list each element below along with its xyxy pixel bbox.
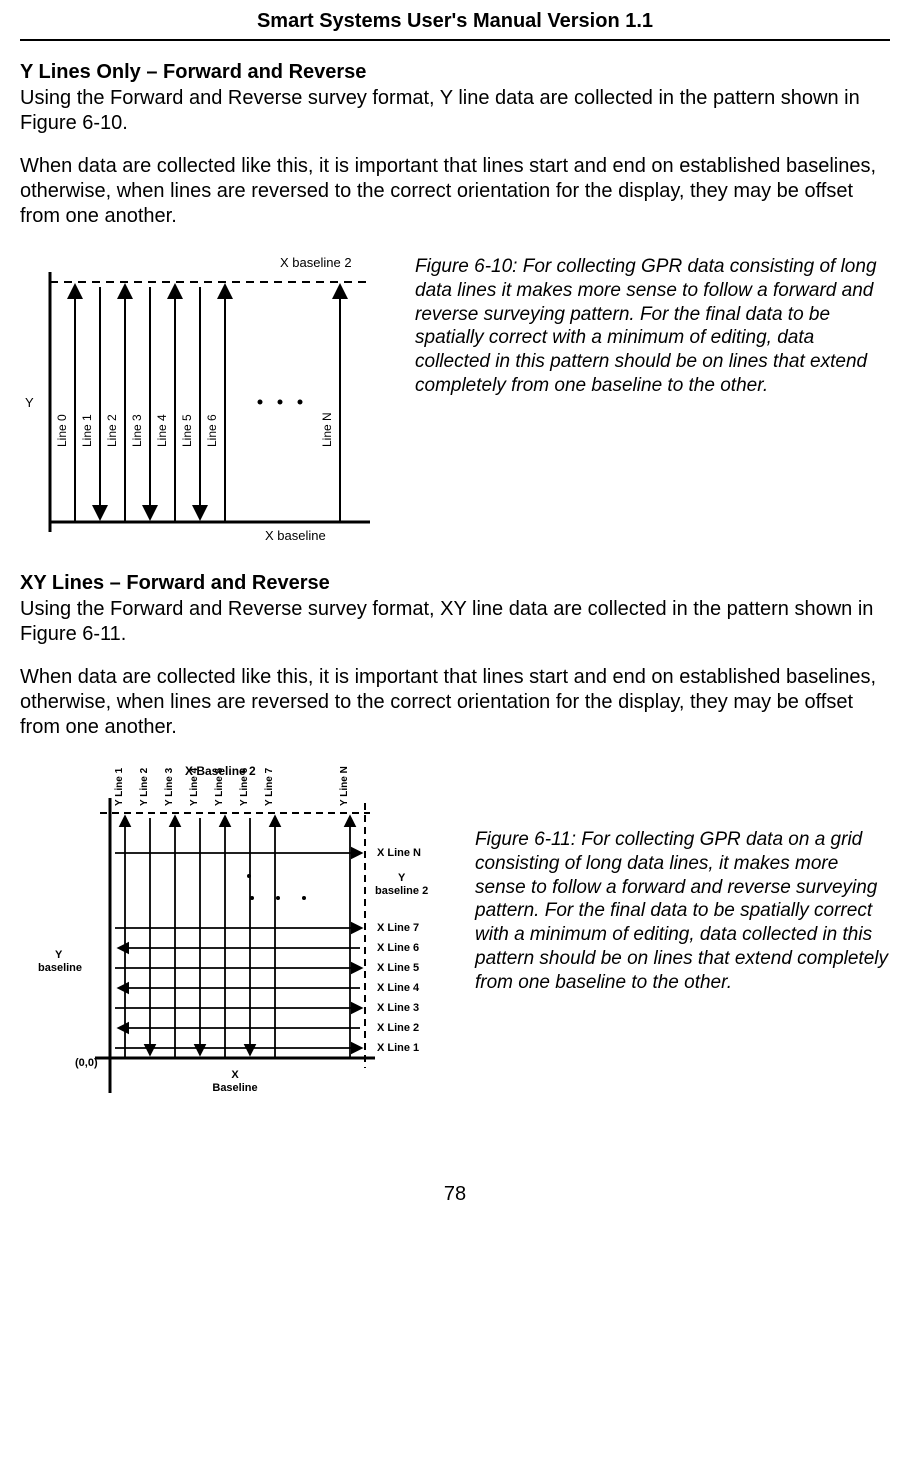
fig1-line6: Line 6 [205, 414, 219, 447]
fig2-xline4: X Line 4 [377, 982, 420, 994]
page-number: 78 [20, 1183, 890, 1206]
fig1-top-baseline-label: X baseline 2 [280, 255, 352, 270]
fig1-caption: Figure 6-10: For collecting GPR data con… [415, 247, 890, 398]
figure-6-10: X baseline 2 X baseline Y [20, 247, 390, 552]
fig2-yline1: Y Line 1 [114, 767, 125, 806]
fig2-yline6: Y Line 6 [239, 767, 250, 806]
fig2-origin: (0,0) [75, 1057, 98, 1069]
fig2-xline5: X Line 5 [377, 962, 419, 974]
fig2-x-baseline-l2: Baseline [212, 1082, 257, 1094]
fig1-bottom-baseline-label: X baseline [265, 528, 326, 543]
fig2-yline2: Y Line 2 [139, 767, 150, 806]
fig2-y-baseline-l2: baseline [38, 962, 82, 974]
fig1-line3: Line 3 [130, 414, 144, 447]
fig1-y-axis-label: Y [25, 395, 34, 410]
fig1-line4: Line 4 [155, 414, 169, 447]
fig2-yline3: Y Line 3 [164, 767, 175, 806]
section1-para1: Using the Forward and Reverse survey for… [20, 86, 890, 136]
fig2-xlineN: X Line N [377, 847, 421, 859]
fig2-yline7: Y Line 7 [264, 767, 275, 806]
figure-6-11: X Baseline 2 [20, 758, 450, 1123]
fig1-line0: Line 0 [55, 414, 69, 447]
section1-title: Y Lines Only – Forward and Reverse [20, 61, 890, 84]
fig2-ylineN: Y Line N [339, 766, 350, 806]
fig1-line2: Line 2 [105, 414, 119, 447]
section2-para1: Using the Forward and Reverse survey for… [20, 597, 890, 647]
section1-para2: When data are collected like this, it is… [20, 154, 890, 229]
fig2-y-baseline2-l2: baseline 2 [375, 885, 428, 897]
fig2-xline7: X Line 7 [377, 922, 419, 934]
fig2-xline6: X Line 6 [377, 942, 419, 954]
fig1-line5: Line 5 [180, 414, 194, 447]
fig2-y-baseline2-l1: Y [398, 872, 406, 884]
fig2-caption: Figure 6-11: For collecting GPR data on … [475, 758, 890, 994]
fig2-xline1: X Line 1 [377, 1042, 419, 1054]
fig2-yline5: Y Line 5 [214, 767, 225, 806]
fig2-x-baseline-l1: X [231, 1069, 239, 1081]
fig1-lineN: Line N [320, 412, 334, 447]
section2-title: XY Lines – Forward and Reverse [20, 572, 890, 595]
fig2-y-baseline-l1: Y [55, 949, 63, 961]
section2-para2: When data are collected like this, it is… [20, 665, 890, 740]
fig1-line1: Line 1 [80, 414, 94, 447]
fig2-xline3: X Line 3 [377, 1002, 419, 1014]
fig2-xline2: X Line 2 [377, 1022, 419, 1034]
document-header: Smart Systems User's Manual Version 1.1 [20, 10, 890, 41]
fig2-yline4: Y Line 4 [189, 767, 200, 806]
